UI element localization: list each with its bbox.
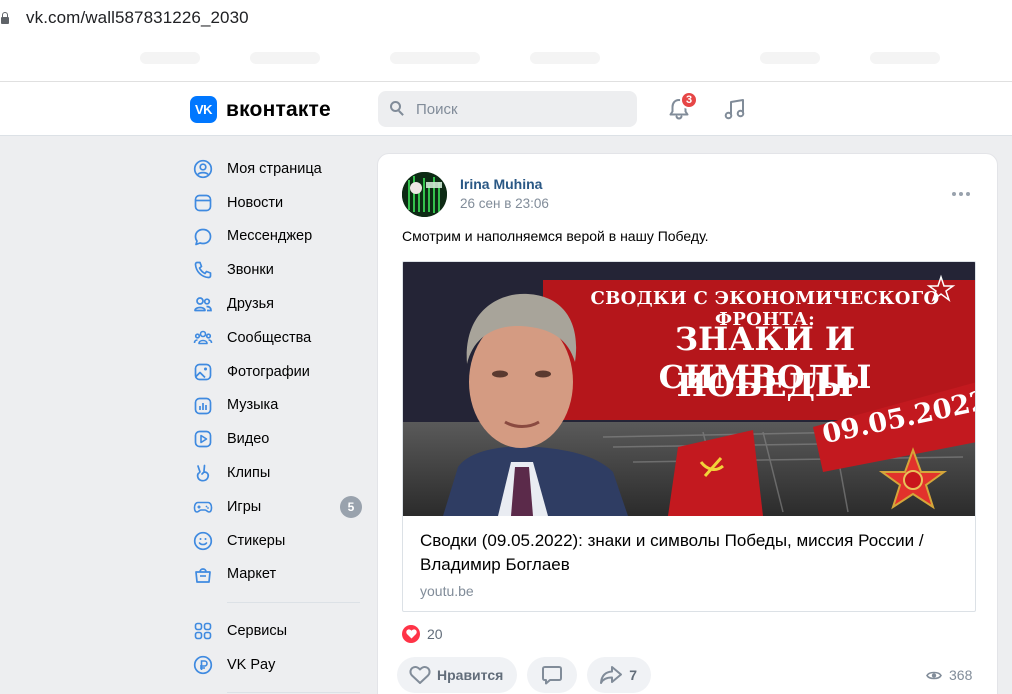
- sidebar-item-stickers[interactable]: Стикеры: [190, 524, 365, 558]
- games-count-badge: 5: [340, 495, 362, 518]
- market-icon: [195, 567, 211, 583]
- link-attachment[interactable]: СВОДКИ С ЭКОНОМИЧЕСКОГО ФРОНТА: ЗНАКИ И …: [402, 261, 976, 612]
- post-date[interactable]: 26 сен в 23:06: [460, 196, 549, 211]
- sidebar-item-news[interactable]: Новости: [190, 186, 365, 220]
- sidebar-item-label: Видео: [227, 431, 270, 448]
- browser-address-bar[interactable]: vk.com/wall587831226_2030: [0, 0, 1012, 38]
- music-note-icon[interactable]: [722, 96, 748, 122]
- video-icon: [194, 431, 212, 448]
- vk-logo-text: вконтакте: [226, 97, 331, 121]
- sidebar-item-label: Музыка: [227, 397, 279, 414]
- lock-icon: [1, 12, 9, 25]
- sidebar-item-label: Новости: [227, 194, 284, 211]
- sidebar-item-label: Игры: [227, 498, 262, 515]
- menu-divider: [227, 602, 360, 604]
- services-icon: [194, 623, 212, 640]
- author-avatar[interactable]: [402, 172, 447, 217]
- sidebar-item-label: Фотографии: [227, 363, 310, 380]
- left-menu: Моя страница Новости Мессенджер Звонки Д…: [190, 152, 365, 694]
- views-count: 368: [949, 667, 973, 683]
- more-options-icon[interactable]: [952, 192, 970, 196]
- avatar-image: [402, 172, 447, 217]
- sidebar-item-label: Сообщества: [227, 329, 312, 346]
- bookmarks-bar: [0, 38, 1012, 82]
- sticker-icon: [193, 531, 213, 550]
- post-card: Irina Muhina 26 сен в 23:06 Смотрим и на…: [377, 153, 998, 694]
- sidebar-item-services[interactable]: Сервисы: [190, 614, 365, 648]
- views-counter: 368: [926, 667, 972, 683]
- vkpay-icon: [193, 656, 213, 675]
- sidebar-item-calls[interactable]: Звонки: [190, 253, 365, 287]
- sidebar-item-label: Друзья: [227, 296, 275, 313]
- link-title[interactable]: Сводки (09.05.2022): знаки и символы Поб…: [420, 529, 965, 577]
- post-author[interactable]: Irina Muhina: [460, 176, 542, 192]
- sidebar-item-label: Звонки: [227, 262, 274, 279]
- comment-button[interactable]: [527, 657, 578, 693]
- sidebar-item-clips[interactable]: Клипы: [190, 456, 365, 490]
- music-icon: [194, 397, 212, 414]
- phone-icon: [194, 262, 212, 279]
- sidebar-item-label: Стикеры: [227, 532, 286, 549]
- games-icon: [193, 501, 213, 513]
- sidebar-item-label: Моя страница: [227, 160, 322, 177]
- heart-outline-icon: [409, 665, 431, 684]
- vk-header: VK вконтакте: [0, 82, 1012, 136]
- sidebar-item-label: VK Pay: [227, 657, 276, 674]
- sidebar-item-vkpay[interactable]: VK Pay: [190, 648, 365, 682]
- vk-logo[interactable]: VK вконтакте: [190, 96, 331, 123]
- sidebar-item-music[interactable]: Музыка: [190, 389, 365, 423]
- menu-divider: [227, 691, 360, 693]
- video-thumbnail[interactable]: СВОДКИ С ЭКОНОМИЧЕСКОГО ФРОНТА: ЗНАКИ И …: [403, 262, 975, 516]
- sidebar-item-label: Клипы: [227, 465, 271, 482]
- photo-icon: [194, 363, 212, 381]
- news-icon: [194, 194, 212, 212]
- sidebar-item-photos[interactable]: Фотографии: [190, 355, 365, 389]
- like-button[interactable]: Нравится: [397, 657, 518, 693]
- sidebar-item-label: Сервисы: [227, 623, 288, 640]
- search-icon: [390, 101, 404, 116]
- sidebar-item-my-page[interactable]: Моя страница: [190, 152, 365, 186]
- search-box[interactable]: [378, 91, 637, 127]
- link-domain: youtu.be: [420, 583, 474, 599]
- shares-count: 7: [629, 667, 638, 683]
- heart-icon: [402, 625, 420, 643]
- share-icon: [600, 666, 623, 684]
- like-button-label: Нравится: [437, 667, 504, 683]
- sidebar-item-games[interactable]: Игры 5: [190, 490, 365, 524]
- share-button[interactable]: 7: [587, 657, 652, 693]
- url-text[interactable]: vk.com/wall587831226_2030: [26, 8, 249, 28]
- sidebar-item-video[interactable]: Видео: [190, 422, 365, 456]
- sidebar-item-label: Маркет: [227, 566, 277, 583]
- communities-icon: [193, 330, 213, 345]
- sidebar-item-messenger[interactable]: Мессенджер: [190, 220, 365, 254]
- sidebar-item-market[interactable]: Маркет: [190, 558, 365, 592]
- search-input[interactable]: [416, 91, 626, 127]
- vk-logo-icon: VK: [190, 96, 217, 123]
- post-actions: Нравится 7: [397, 657, 652, 693]
- friends-icon: [194, 297, 212, 312]
- notifications-badge[interactable]: 3: [680, 91, 698, 109]
- clips-icon: [196, 464, 210, 482]
- sidebar-item-label: Мессенджер: [227, 228, 313, 245]
- sidebar-item-friends[interactable]: Друзья: [190, 287, 365, 321]
- eye-icon: [926, 671, 942, 679]
- post-text: Смотрим и наполняемся верой в нашу Побед…: [402, 228, 709, 244]
- likes-count: 20: [427, 626, 443, 642]
- thumbnail-headline-3: ПОБЕДЫ: [676, 366, 854, 404]
- user-circle-icon: [193, 159, 213, 179]
- sidebar-item-communities[interactable]: Сообщества: [190, 321, 365, 355]
- message-icon: [194, 228, 212, 245]
- likes-summary[interactable]: 20: [402, 625, 443, 643]
- comment-icon: [542, 666, 563, 685]
